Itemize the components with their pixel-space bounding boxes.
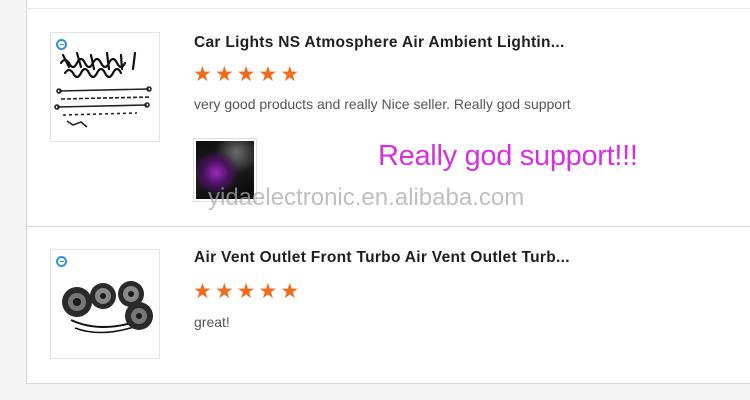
product-thumbnail[interactable] [50, 249, 160, 359]
product-title[interactable]: Air Vent Outlet Front Turbo Air Vent Out… [194, 249, 570, 267]
star-icon: ★ [258, 63, 278, 86]
star-icon: ★ [258, 280, 278, 303]
star-icon: ★ [280, 63, 300, 86]
review-comment: great! [194, 314, 230, 330]
star-icon: ★ [236, 63, 256, 86]
rating-stars: ★ ★ ★ ★ ★ [193, 281, 299, 303]
overlay-caption: Really god support!!! [378, 140, 638, 172]
star-icon: ★ [193, 63, 212, 86]
star-icon: ★ [214, 280, 234, 303]
star-icon: ★ [280, 280, 300, 303]
divider [26, 8, 750, 9]
rating-stars: ★ ★ ★ ★ ★ [193, 64, 299, 86]
led-strip-kit-image [54, 51, 152, 128]
review-item: Air Vent Outlet Front Turbo Air Vent Out… [27, 227, 750, 383]
review-comment: very good products and really Nice selle… [194, 96, 571, 112]
star-icon: ★ [193, 280, 212, 303]
star-icon: ★ [236, 280, 256, 303]
star-icon: ★ [214, 63, 234, 86]
product-title[interactable]: Car Lights NS Atmosphere Air Ambient Lig… [194, 34, 565, 52]
watermark: yidaelectronic.en.alibaba.com [208, 184, 525, 211]
turbo-air-vent-set-image [62, 281, 153, 334]
product-thumbnail[interactable] [50, 32, 160, 142]
